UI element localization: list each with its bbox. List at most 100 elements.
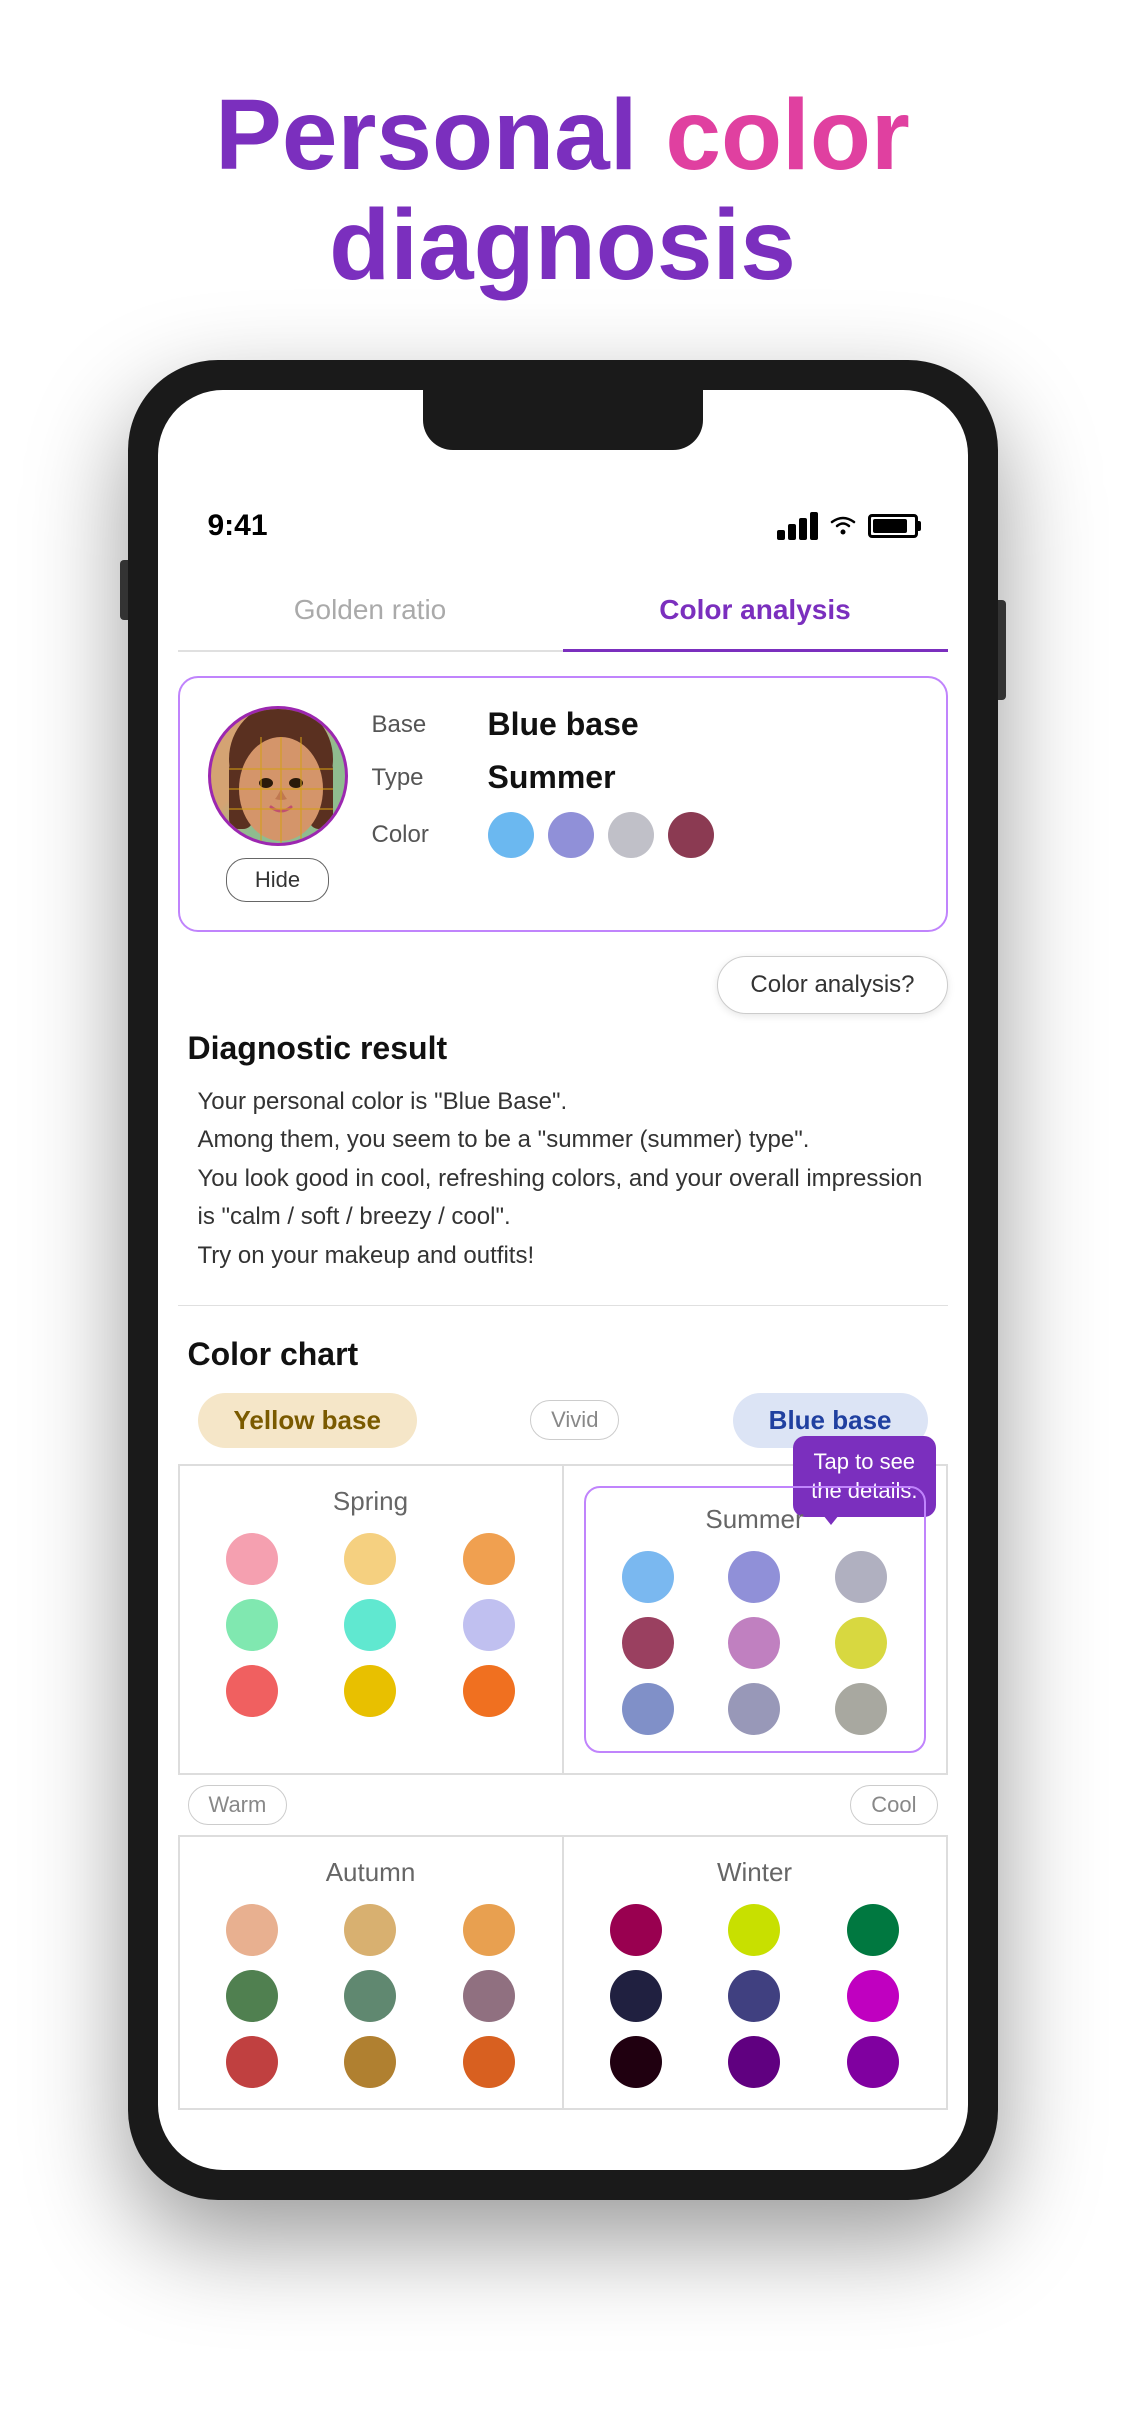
base-value: Blue base — [488, 706, 639, 743]
spring-dot-2 — [344, 1533, 396, 1585]
base-label: Base — [372, 711, 472, 739]
spring-dot-6 — [463, 1599, 515, 1651]
quadrant-autumn: Autumn — [179, 1836, 563, 2109]
result-info: Base Blue base Type Summer Color — [372, 706, 918, 874]
vivid-label: Vivid — [530, 1400, 619, 1440]
wifi-icon — [826, 509, 860, 544]
autumn-dot-2 — [344, 1904, 396, 1956]
phone-side-btn-left — [120, 560, 128, 620]
summer-dot-6 — [835, 1617, 887, 1669]
color-dot-2 — [548, 812, 594, 858]
phone-notch — [423, 390, 703, 450]
spring-dot-1 — [226, 1533, 278, 1585]
color-dot-4 — [668, 812, 714, 858]
title-personal: Personal — [215, 79, 665, 191]
tab-golden-ratio[interactable]: Golden ratio — [178, 570, 563, 650]
spring-dot-5 — [344, 1599, 396, 1651]
diagnostic-title: Diagnostic result — [188, 1030, 938, 1067]
avatar-container: Hide — [208, 706, 348, 902]
chart-grid: Spring — [178, 1464, 948, 1775]
color-dot-1 — [488, 812, 534, 858]
signal-icon — [777, 512, 818, 540]
page-title: Personal color diagnosis — [155, 80, 970, 300]
summer-dot-5 — [728, 1617, 780, 1669]
hide-button[interactable]: Hide — [226, 858, 329, 902]
autumn-dot-6 — [463, 1970, 515, 2022]
status-time: 9:41 — [208, 509, 268, 543]
result-type-row: Type Summer — [372, 759, 918, 796]
result-card: Hide Base Blue base Type Summer Color — [178, 676, 948, 932]
spring-dot-3 — [463, 1533, 515, 1585]
status-right — [777, 509, 918, 544]
chart-container: Yellow base Vivid Blue base Spring — [178, 1393, 948, 2110]
winter-title: Winter — [584, 1857, 926, 1888]
color-dots — [488, 812, 714, 858]
winter-dot-8 — [728, 2036, 780, 2088]
summer-box: Summer — [584, 1486, 926, 1753]
summer-title: Summer — [602, 1504, 908, 1535]
summer-dot-7 — [622, 1683, 674, 1735]
winter-dots — [584, 1904, 926, 2088]
color-label: Color — [372, 821, 472, 849]
status-bar: 9:41 — [158, 480, 968, 560]
result-color-row: Color — [372, 812, 918, 858]
result-base-row: Base Blue base — [372, 706, 918, 743]
divider — [178, 1305, 948, 1306]
autumn-dot-1 — [226, 1904, 278, 1956]
winter-dot-2 — [728, 1904, 780, 1956]
summer-dot-8 — [728, 1683, 780, 1735]
spring-dot-7 — [226, 1665, 278, 1717]
type-value: Summer — [488, 759, 616, 796]
color-analysis-button[interactable]: Color analysis? — [717, 956, 947, 1014]
chart-grid-bottom: Autumn — [178, 1835, 948, 2110]
axis-row: Warm Cool — [178, 1775, 948, 1835]
title-diagnosis: diagnosis — [215, 190, 910, 300]
battery-icon — [868, 514, 918, 538]
screen-content: 9:41 — [158, 390, 968, 2170]
page-container: Personal color diagnosis 9:41 — [0, 0, 1125, 2436]
diagnostic-line-3: You look good in cool, refreshing colors… — [198, 1165, 923, 1230]
summer-dot-4 — [622, 1617, 674, 1669]
autumn-dot-3 — [463, 1904, 515, 1956]
winter-dot-7 — [610, 2036, 662, 2088]
quadrant-summer[interactable]: Tap to seethe details. Summer — [563, 1465, 947, 1774]
phone-side-btn-right — [998, 600, 1006, 700]
color-dot-3 — [608, 812, 654, 858]
autumn-dot-9 — [463, 2036, 515, 2088]
phone-screen: 9:41 — [158, 390, 968, 2170]
diagnostic-line-2: Among them, you seem to be a "summer (su… — [198, 1126, 810, 1153]
summer-dot-9 — [835, 1683, 887, 1735]
spring-title: Spring — [200, 1486, 542, 1517]
summer-dot-3 — [835, 1551, 887, 1603]
quadrant-winter: Winter — [563, 1836, 947, 2109]
summer-dots — [602, 1551, 908, 1735]
cool-label: Cool — [850, 1785, 937, 1825]
autumn-dot-5 — [344, 1970, 396, 2022]
summer-dot-2 — [728, 1551, 780, 1603]
title-color: color — [665, 79, 909, 191]
spring-dot-9 — [463, 1665, 515, 1717]
tab-color-analysis[interactable]: Color analysis — [563, 570, 948, 650]
spring-dot-4 — [226, 1599, 278, 1651]
phone-mockup: 9:41 — [128, 360, 998, 2200]
autumn-dot-8 — [344, 2036, 396, 2088]
avatar — [208, 706, 348, 846]
diagnostic-line-1: Your personal color is "Blue Base". — [198, 1088, 568, 1115]
summer-dot-1 — [622, 1551, 674, 1603]
winter-dot-4 — [610, 1970, 662, 2022]
autumn-dot-4 — [226, 1970, 278, 2022]
analysis-btn-row: Color analysis? — [178, 956, 948, 1014]
diagnostic-line-4: Try on your makeup and outfits! — [198, 1242, 535, 1269]
diagnostic-text: Your personal color is "Blue Base". Amon… — [198, 1083, 928, 1275]
yellow-base-label: Yellow base — [198, 1393, 417, 1448]
winter-dot-6 — [847, 1970, 899, 2022]
winter-dot-3 — [847, 1904, 899, 1956]
tabs-bar: Golden ratio Color analysis — [178, 570, 948, 652]
winter-dot-9 — [847, 2036, 899, 2088]
quadrant-spring: Spring — [179, 1465, 563, 1774]
spring-dots — [200, 1533, 542, 1717]
type-label: Type — [372, 764, 472, 792]
autumn-dot-7 — [226, 2036, 278, 2088]
chart-title: Color chart — [188, 1336, 938, 1373]
winter-dot-5 — [728, 1970, 780, 2022]
